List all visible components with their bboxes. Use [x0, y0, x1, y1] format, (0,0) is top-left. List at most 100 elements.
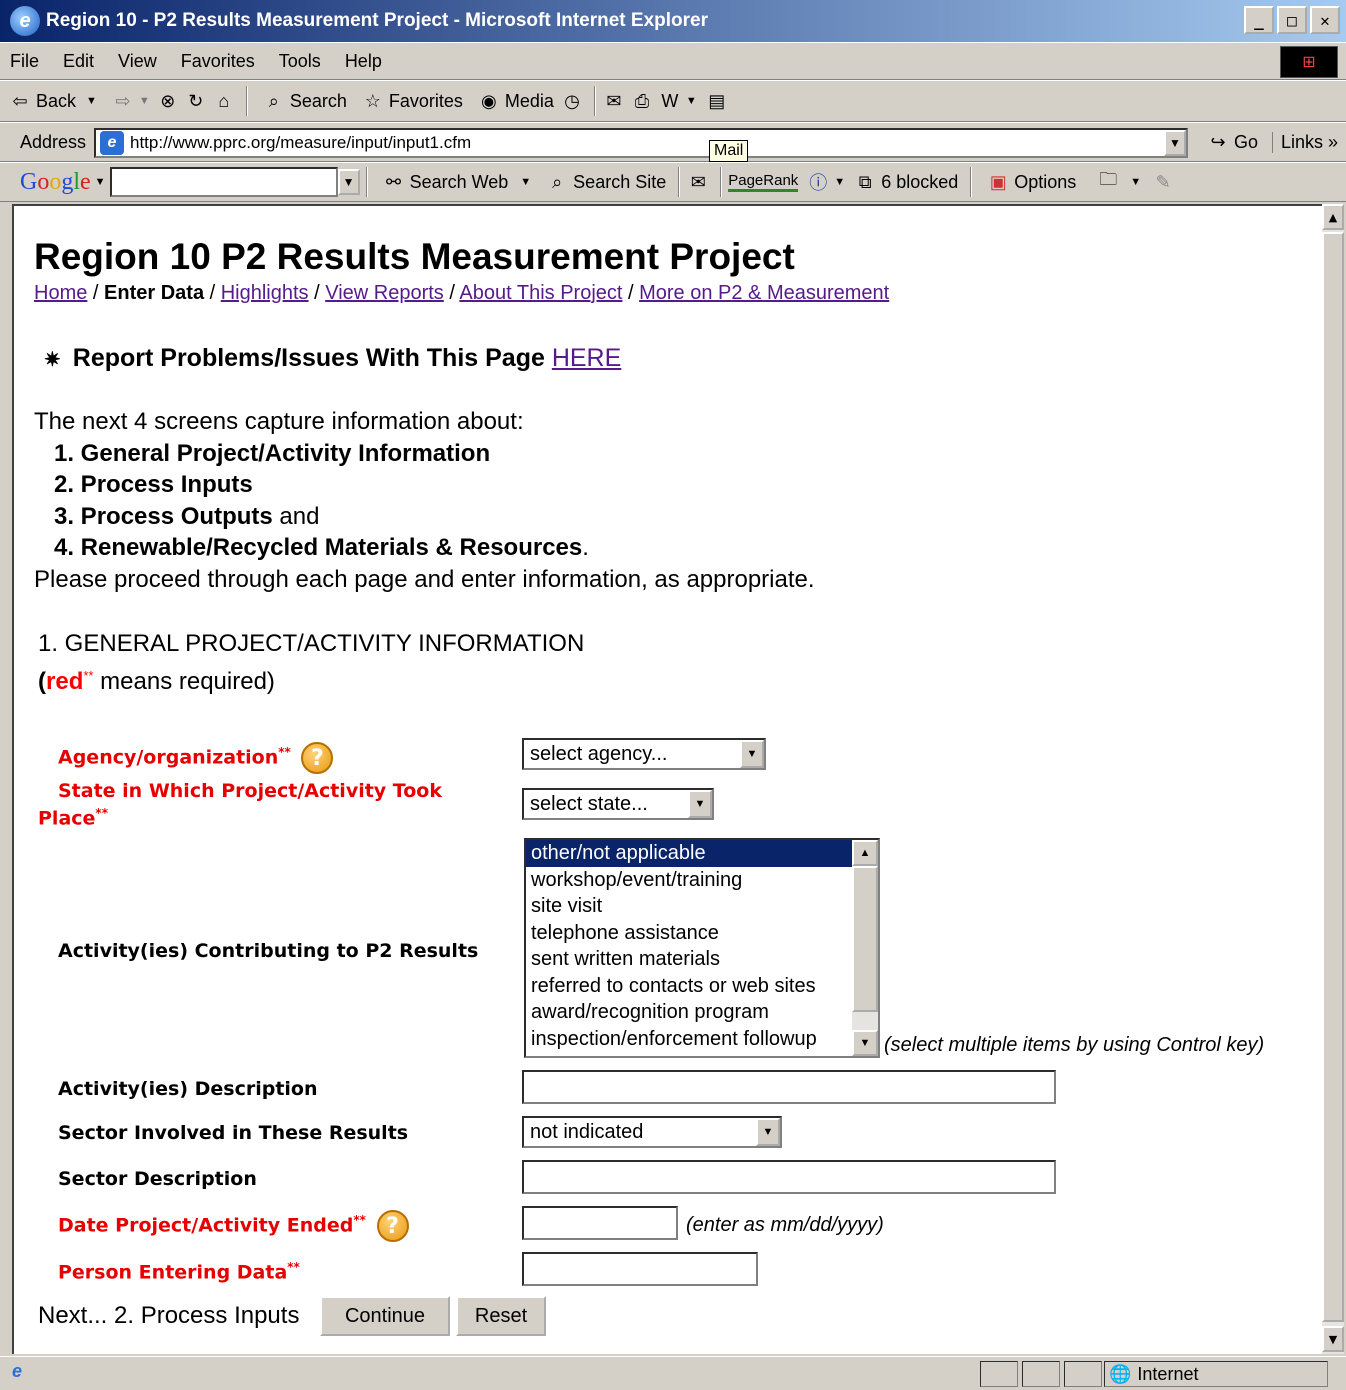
search-web-button[interactable]: ⚯ Search Web ▼: [382, 170, 531, 194]
menu-edit[interactable]: Edit: [63, 51, 94, 72]
media-icon: ◉: [481, 90, 497, 111]
menu-help[interactable]: Help: [345, 51, 382, 72]
media-button[interactable]: ◉ Media: [477, 89, 554, 113]
nav-home-link[interactable]: Home: [34, 282, 87, 304]
favorites-button[interactable]: ☆ Favorites: [361, 89, 463, 113]
back-label: Back: [36, 90, 77, 111]
breadcrumb-separator: /: [308, 282, 326, 304]
google-search-input[interactable]: [109, 167, 338, 197]
edit-word-icon[interactable]: W: [658, 89, 682, 113]
info-icon[interactable]: ⓘ: [806, 170, 830, 194]
listbox-scrollbar[interactable]: ▲ ▼: [852, 840, 878, 1056]
edit-dropdown-icon[interactable]: ▼: [686, 95, 697, 107]
listbox-scroll-thumb[interactable]: [852, 866, 878, 1012]
scroll-down-icon[interactable]: ▼: [1322, 1326, 1344, 1352]
back-dropdown-icon[interactable]: ▼: [86, 95, 97, 107]
mail-tooltip: Mail: [709, 140, 749, 162]
toolbar-separator: [593, 86, 596, 116]
mail-icon[interactable]: ✉: [602, 89, 626, 113]
date-ended-input[interactable]: [522, 1206, 678, 1240]
maximize-button[interactable]: □: [1277, 6, 1307, 34]
nav-about-link[interactable]: About This Project: [459, 282, 622, 304]
sector-dropdown-icon[interactable]: ▼: [756, 1118, 780, 1146]
activities-listbox[interactable]: other/not applicable workshop/event/trai…: [524, 838, 880, 1058]
activity-option[interactable]: other/not applicable: [526, 840, 878, 867]
forward-button[interactable]: ⇨ ▼: [111, 89, 150, 113]
minimize-button[interactable]: _: [1244, 6, 1274, 34]
breadcrumb-separator: /: [87, 282, 105, 304]
state-dropdown-icon[interactable]: ▼: [688, 790, 712, 818]
options-button[interactable]: ▣ Options: [986, 170, 1077, 194]
forward-dropdown-icon[interactable]: ▼: [139, 95, 150, 107]
agency-select[interactable]: select agency... ▼: [522, 738, 766, 770]
activity-option[interactable]: telephone assistance: [526, 920, 878, 947]
step-item: 4. Renewable/Recycled Materials & Resour…: [54, 534, 589, 561]
refresh-icon[interactable]: ↻: [184, 89, 208, 113]
back-button[interactable]: ⇦ Back ▼: [8, 89, 97, 113]
person-label: Person Entering Data**: [58, 1260, 300, 1284]
favorites-label: Favorites: [388, 90, 463, 111]
search-site-button[interactable]: ⌕ Search Site: [545, 170, 666, 194]
search-web-dropdown-icon[interactable]: ▼: [520, 176, 531, 188]
google-search-dropdown-icon[interactable]: ▼: [337, 169, 360, 195]
page-viewport: Region 10 P2 Results Measurement Project…: [12, 204, 1322, 1354]
activity-description-input[interactable]: [522, 1070, 1056, 1104]
person-input[interactable]: [522, 1252, 758, 1286]
address-bar: Address e http://www.pprc.org/measure/in…: [0, 122, 1346, 162]
menu-tools[interactable]: Tools: [279, 51, 321, 72]
google-logo[interactable]: Google: [20, 169, 91, 196]
breadcrumb: Home / Enter Data / Highlights / View Re…: [34, 282, 889, 305]
sector-select[interactable]: not indicated ▼: [522, 1116, 782, 1148]
search-button[interactable]: ⌕ Search: [262, 89, 347, 113]
menu-view[interactable]: View: [118, 51, 157, 72]
info-dropdown-icon[interactable]: ▼: [834, 176, 845, 188]
scroll-up-icon[interactable]: ▲: [1322, 204, 1344, 230]
activities-label: Activity(ies) Contributing to P2 Results: [58, 940, 479, 962]
listbox-scroll-up-icon[interactable]: ▲: [852, 840, 878, 866]
activity-option[interactable]: award/recognition program: [526, 999, 878, 1026]
sector-description-input[interactable]: [522, 1160, 1056, 1194]
agency-help-icon[interactable]: ?: [301, 742, 334, 774]
discuss-icon[interactable]: ▤: [705, 89, 729, 113]
highlighter-icon[interactable]: ✎: [1151, 170, 1175, 194]
continue-button[interactable]: Continue: [320, 1296, 450, 1336]
pagerank-indicator[interactable]: PageRank: [728, 172, 799, 192]
nav-more-link[interactable]: More on P2 & Measurement: [639, 282, 889, 304]
nav-highlights-link[interactable]: Highlights: [221, 282, 309, 304]
state-select[interactable]: select state... ▼: [522, 788, 714, 820]
print-icon[interactable]: ⎙: [630, 89, 654, 113]
activity-option[interactable]: referred to contacts or web sites: [526, 973, 878, 1000]
ie-icon: e: [10, 6, 40, 36]
report-here-link[interactable]: HERE: [552, 344, 621, 372]
menu-favorites[interactable]: Favorites: [181, 51, 255, 72]
google-menu-dropdown-icon[interactable]: ▼: [95, 176, 106, 188]
date-help-icon[interactable]: ?: [376, 1210, 409, 1242]
favorites-icon: ☆: [364, 90, 381, 111]
listbox-scroll-down-icon[interactable]: ▼: [852, 1030, 878, 1056]
folder-up-icon[interactable]: 🗀: [1096, 169, 1120, 194]
stop-icon[interactable]: ⊗: [156, 89, 180, 113]
go-button[interactable]: ↪ Go: [1206, 130, 1258, 154]
close-button[interactable]: ✕: [1310, 6, 1340, 34]
activity-option[interactable]: site visit: [526, 893, 878, 920]
reset-button[interactable]: Reset: [456, 1296, 546, 1336]
breadcrumb-separator: /: [204, 282, 221, 304]
mail-news-icon[interactable]: ✉: [686, 170, 710, 194]
history-icon[interactable]: ◷: [560, 89, 584, 113]
links-button[interactable]: Links »: [1272, 131, 1338, 153]
address-dropdown-icon[interactable]: ▼: [1164, 130, 1186, 156]
home-icon[interactable]: ⌂: [212, 89, 236, 113]
page-scrollbar[interactable]: ▲ ▼: [1322, 204, 1344, 1354]
activity-option[interactable]: inspection/enforcement followup: [526, 1026, 878, 1053]
breadcrumb-separator: /: [622, 282, 640, 304]
scroll-thumb[interactable]: [1322, 232, 1344, 1322]
activity-option[interactable]: sent written materials: [526, 946, 878, 973]
activity-option[interactable]: workshop/event/training: [526, 867, 878, 894]
nav-view-reports-link[interactable]: View Reports: [325, 282, 444, 304]
folder-dropdown-icon[interactable]: ▼: [1130, 176, 1141, 188]
address-input[interactable]: e http://www.pprc.org/measure/input/inpu…: [94, 128, 1188, 158]
step-item: 3. Process Outputs and: [54, 502, 320, 530]
agency-dropdown-icon[interactable]: ▼: [740, 740, 764, 768]
popup-blocker-button[interactable]: ⧉ 6 blocked: [853, 170, 959, 194]
menu-file[interactable]: File: [10, 51, 39, 72]
